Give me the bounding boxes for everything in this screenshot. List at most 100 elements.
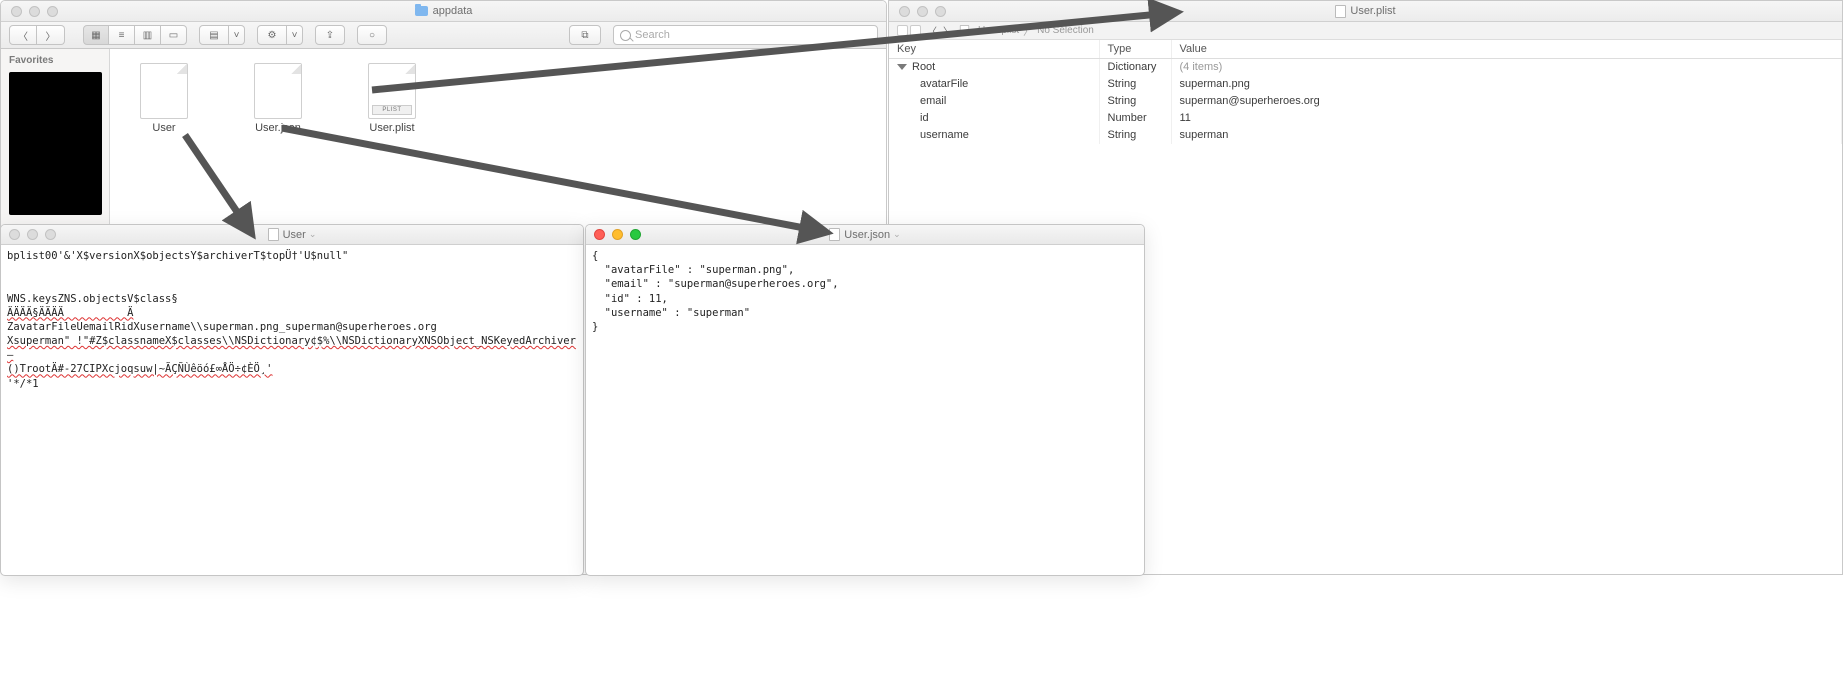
sidebar-preview-thumb[interactable] [9, 72, 102, 215]
zoom-icon[interactable] [935, 6, 946, 17]
minimize-icon[interactable] [29, 6, 40, 17]
document-icon [829, 228, 840, 241]
zoom-icon[interactable] [47, 6, 58, 17]
textedit-user-content[interactable]: bplist00'&'X$versionX$objectsY$archiverT… [1, 245, 583, 395]
plist-value: superman [1171, 127, 1842, 144]
disclosure-triangle-icon[interactable] [897, 64, 907, 70]
breadcrumb-separator: 〉 [1023, 23, 1033, 38]
plist-type: String [1099, 127, 1171, 144]
plist-key: id [920, 112, 929, 124]
sidebar-favorites-header: Favorites [1, 53, 109, 68]
breadcrumb: User.plist 〉 No Selection [959, 23, 1094, 38]
blank-file-icon [254, 63, 302, 119]
plist-titlebar: User.plist [889, 1, 1842, 22]
share-icon: ⇪ [326, 30, 334, 41]
close-icon[interactable] [11, 6, 22, 17]
textedit-user-title: User [283, 229, 306, 241]
view-coverflow-button[interactable]: ▭ [161, 25, 187, 45]
gear-icon: ⚙ [268, 30, 277, 41]
plist-toolbar: 〈 〉 User.plist 〉 No Selection [889, 22, 1842, 40]
search-input[interactable]: Search [613, 25, 878, 45]
col-value[interactable]: Value [1171, 40, 1842, 59]
plist-type: Dictionary [1099, 59, 1171, 76]
plist-value: (4 items) [1171, 59, 1842, 76]
plist-key: avatarFile [920, 78, 968, 90]
arrange-button[interactable]: ▤ [199, 25, 229, 45]
plist-value: superman@superheroes.org [1171, 93, 1842, 110]
plist-key: email [920, 95, 946, 107]
plist-row[interactable]: avatarFile Stringsuperman.png [889, 76, 1842, 93]
zoom-icon[interactable] [630, 229, 641, 240]
close-icon[interactable] [594, 229, 605, 240]
arrange-menu[interactable]: ˅ [229, 25, 245, 45]
plist-row[interactable]: username Stringsuperman [889, 127, 1842, 144]
plist-key: Root [912, 61, 935, 73]
close-icon[interactable] [899, 6, 910, 17]
dropbox-icon: ⧉ [581, 30, 588, 41]
plist-traffic-lights[interactable] [899, 6, 946, 17]
plist-row-root[interactable]: Root Dictionary(4 items) [889, 59, 1842, 76]
file-item-user-json[interactable]: User.json [244, 63, 312, 134]
nav-buttons: 〈 〉 [9, 25, 65, 45]
plist-row[interactable]: id Number11 [889, 110, 1842, 127]
chevron-down-icon[interactable]: ⌄ [893, 229, 901, 240]
minimize-icon[interactable] [612, 229, 623, 240]
action-menu[interactable]: ˅ [287, 25, 303, 45]
file-label: User.plist [369, 122, 414, 134]
share-button[interactable]: ⇪ [315, 25, 345, 45]
minimize-icon[interactable] [917, 6, 928, 17]
search-icon [620, 30, 631, 41]
file-item-user[interactable]: User [130, 63, 198, 134]
col-key[interactable]: Key [889, 40, 1099, 59]
plist-view-buttons[interactable] [897, 25, 921, 36]
view-mode-buttons: ▦ ≡ ▥ ▭ [83, 25, 187, 45]
back-icon[interactable]: 〈 [927, 23, 937, 38]
breadcrumb-selection: No Selection [1037, 25, 1094, 36]
plist-type: Number [1099, 110, 1171, 127]
plist-type: String [1099, 76, 1171, 93]
file-label: User.json [255, 122, 301, 134]
textedit-user-traffic[interactable] [9, 229, 56, 240]
file-item-user-plist[interactable]: PLIST User.plist [358, 63, 426, 134]
textedit-user-window: User ⌄ bplist00'&'X$versionX$objectsY$ar… [0, 224, 584, 576]
textedit-json-window: User.json ⌄ { "avatarFile" : "superman.p… [585, 224, 1145, 576]
chevron-down-icon[interactable]: ⌄ [309, 229, 317, 240]
textedit-user-titlebar: User ⌄ [1, 225, 583, 245]
minimize-icon[interactable] [27, 229, 38, 240]
zoom-icon[interactable] [45, 229, 56, 240]
view-icons-button[interactable]: ▦ [83, 25, 109, 45]
action-group: ⚙ ˅ [257, 25, 303, 45]
plist-row[interactable]: emailStringsuperman@superheroes.org [889, 93, 1842, 110]
plist-value: superman.png [1171, 76, 1842, 93]
textedit-json-traffic[interactable] [594, 229, 641, 240]
back-button[interactable]: 〈 [9, 25, 37, 45]
tags-button[interactable]: ○ [357, 25, 387, 45]
col-type[interactable]: Type [1099, 40, 1171, 59]
finder-title-text: appdata [433, 5, 473, 17]
close-icon[interactable] [9, 229, 20, 240]
forward-button[interactable]: 〉 [37, 25, 65, 45]
file-label: User [152, 122, 175, 134]
folder-icon [415, 6, 428, 16]
plist-title-text: User.plist [1350, 5, 1395, 17]
textedit-json-title: User.json [844, 229, 890, 241]
plist-key: username [920, 129, 969, 141]
plist-table: Key Type Value RootDictionary(4 items)av… [889, 40, 1842, 144]
plist-value: 11 [1171, 110, 1842, 127]
textedit-json-content[interactable]: { "avatarFile" : "superman.png", "email"… [586, 245, 1144, 338]
view-list-button[interactable]: ≡ [109, 25, 135, 45]
forward-icon[interactable]: 〉 [943, 23, 953, 38]
textedit-json-titlebar: User.json ⌄ [586, 225, 1144, 245]
document-icon [960, 25, 969, 36]
search-placeholder: Search [635, 29, 670, 41]
dropbox-button[interactable]: ⧉ [569, 25, 601, 45]
plist-file-icon: PLIST [368, 63, 416, 119]
view-columns-button[interactable]: ▥ [135, 25, 161, 45]
arrange-group: ▤ ˅ [199, 25, 245, 45]
breadcrumb-file[interactable]: User.plist [978, 25, 1019, 36]
action-button[interactable]: ⚙ [257, 25, 287, 45]
finder-traffic-lights[interactable] [11, 6, 58, 17]
tag-icon: ○ [369, 30, 375, 41]
document-icon [1335, 5, 1346, 18]
document-icon [268, 228, 279, 241]
